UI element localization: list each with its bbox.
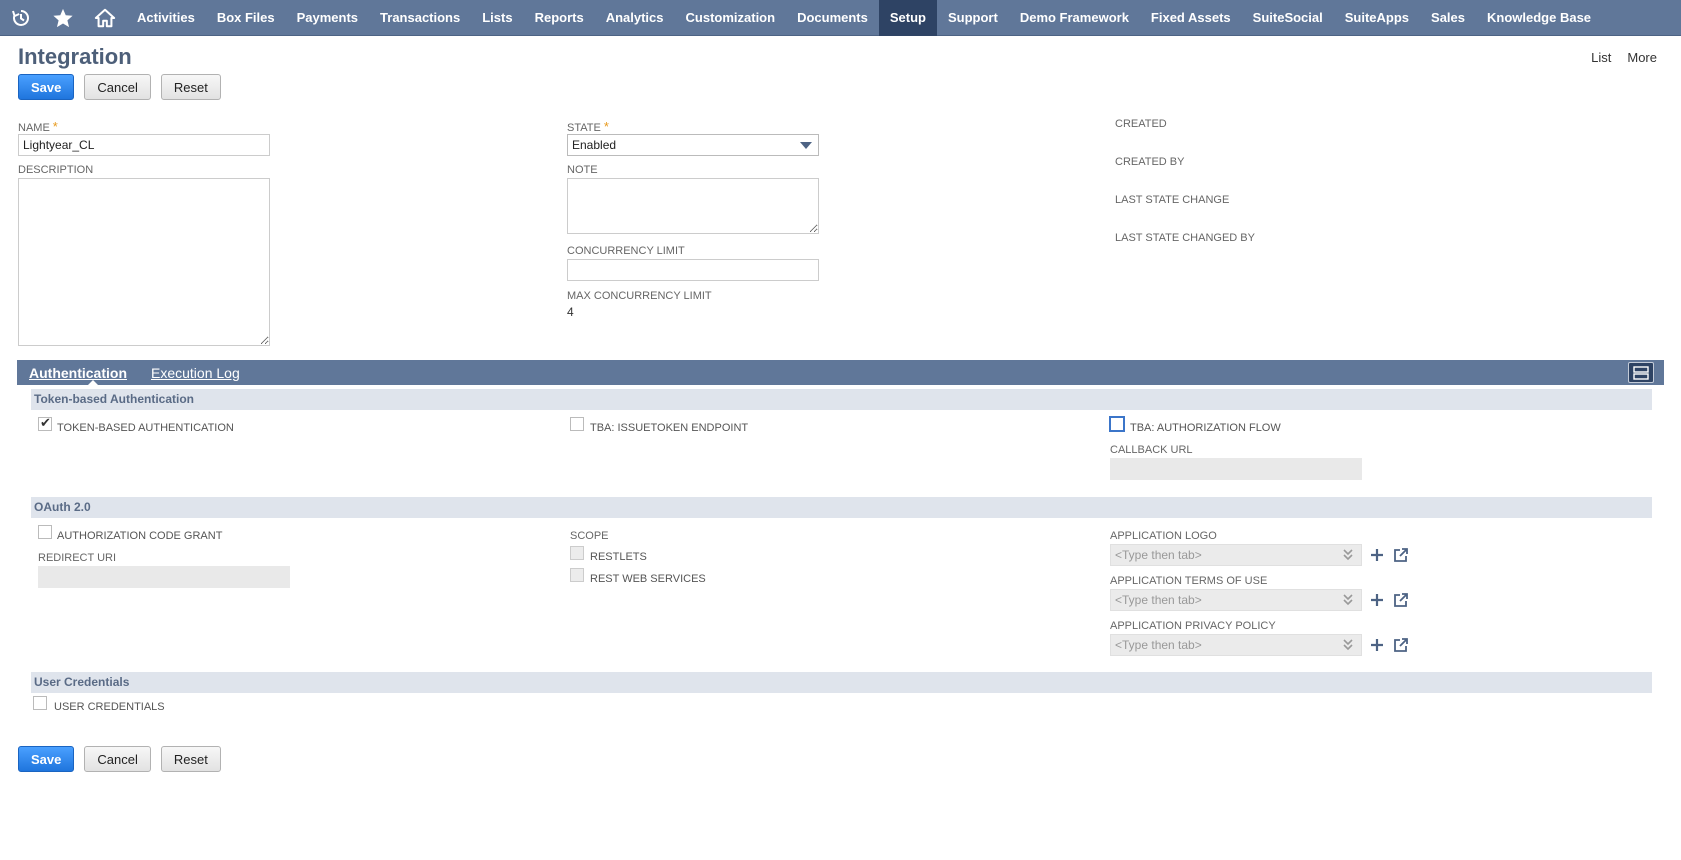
cancel-button[interactable]: Cancel — [84, 74, 151, 100]
concurrency-limit-label: CONCURRENCY LIMIT — [567, 245, 685, 257]
subtab-bar: Authentication Execution Log — [17, 360, 1664, 386]
open-application-logo-external-link-icon[interactable] — [1393, 547, 1409, 563]
token-based-authentication-label: TOKEN-BASED AUTHENTICATION — [57, 422, 234, 434]
cancel-button-bottom[interactable]: Cancel — [84, 746, 151, 772]
nav-setup[interactable]: Setup — [878, 0, 937, 36]
redirect-uri-label: REDIRECT URI — [38, 552, 117, 564]
application-privacy-policy-label: APPLICATION PRIVACY POLICY — [1110, 620, 1276, 632]
page-links: List More — [1591, 50, 1657, 65]
created-label: CREATED — [1115, 118, 1167, 130]
concurrency-limit-input[interactable] — [567, 259, 819, 281]
nav-transactions[interactable]: Transactions — [369, 0, 471, 36]
note-textarea[interactable] — [567, 178, 819, 234]
nav-reports[interactable]: Reports — [524, 0, 595, 36]
application-logo-placeholder: <Type then tab> — [1115, 548, 1202, 562]
add-terms-of-use-plus-icon[interactable] — [1369, 592, 1385, 608]
max-concurrency-limit-value: 4 — [567, 305, 574, 319]
application-terms-of-use-placeholder: <Type then tab> — [1115, 593, 1202, 607]
user-credentials-label: USER CREDENTIALS — [54, 701, 165, 713]
application-terms-of-use-label: APPLICATION TERMS OF USE — [1110, 575, 1268, 587]
chevron-down-icon — [800, 142, 812, 149]
layout-toggle-icon[interactable] — [1628, 362, 1654, 383]
application-privacy-policy-placeholder: <Type then tab> — [1115, 638, 1202, 652]
active-tab-caret — [87, 380, 99, 386]
double-chevron-down-icon — [1343, 637, 1353, 654]
tba-issuetoken-endpoint-label: TBA: ISSUETOKEN ENDPOINT — [590, 422, 749, 434]
token-based-authentication-checkbox[interactable] — [38, 415, 52, 431]
top-button-row: Save Cancel Reset — [18, 74, 221, 100]
top-navigation: Activities Box Files Payments Transactio… — [0, 0, 1681, 36]
tba-authorization-flow-label: TBA: AUTHORIZATION FLOW — [1130, 422, 1281, 434]
nav-customization[interactable]: Customization — [675, 0, 787, 36]
nav-activities[interactable]: Activities — [126, 0, 206, 36]
state-select[interactable]: Enabled — [567, 134, 819, 156]
description-textarea[interactable] — [18, 178, 270, 346]
nav-payments[interactable]: Payments — [286, 0, 369, 36]
nav-knowledge-base[interactable]: Knowledge Base — [1476, 0, 1602, 36]
nav-documents[interactable]: Documents — [786, 0, 879, 36]
note-label: NOTE — [567, 164, 598, 176]
section-oauth-2: OAuth 2.0 — [31, 497, 1652, 518]
rest-web-services-label: REST WEB SERVICES — [590, 573, 706, 585]
redirect-uri-field[interactable] — [38, 566, 290, 588]
section-token-based-authentication: Token-based Authentication — [31, 389, 1652, 410]
more-link[interactable]: More — [1627, 50, 1657, 65]
nav-lists[interactable]: Lists — [471, 0, 523, 36]
add-privacy-policy-plus-icon[interactable] — [1369, 637, 1385, 653]
callback-url-label: CALLBACK URL — [1110, 444, 1193, 456]
open-terms-of-use-external-link-icon[interactable] — [1393, 592, 1409, 608]
double-chevron-down-icon — [1343, 592, 1353, 609]
reset-button-bottom[interactable]: Reset — [160, 746, 221, 772]
tba-issuetoken-endpoint-checkbox[interactable] — [570, 417, 584, 431]
application-terms-of-use-combo[interactable]: <Type then tab> — [1110, 589, 1362, 611]
nav-suiteapps[interactable]: SuiteApps — [1334, 0, 1420, 36]
tba-authorization-flow-checkbox[interactable] — [1109, 416, 1125, 432]
page-title: Integration — [18, 44, 132, 69]
callback-url-field[interactable] — [1110, 458, 1362, 480]
state-value: Enabled — [572, 138, 617, 152]
name-label: NAME * — [18, 119, 58, 134]
home-icon[interactable] — [84, 0, 126, 36]
nav-analytics[interactable]: Analytics — [595, 0, 675, 36]
restlets-checkbox[interactable] — [570, 546, 584, 560]
add-application-logo-plus-icon[interactable] — [1369, 547, 1385, 563]
authorization-code-grant-checkbox[interactable] — [38, 525, 52, 539]
nav-sales[interactable]: Sales — [1420, 0, 1476, 36]
state-label: STATE * — [567, 119, 609, 134]
list-link[interactable]: List — [1591, 50, 1611, 65]
bottom-button-row: Save Cancel Reset — [18, 746, 221, 772]
application-privacy-policy-combo[interactable]: <Type then tab> — [1110, 634, 1362, 656]
reset-button[interactable]: Reset — [160, 74, 221, 100]
nav-suitesocial[interactable]: SuiteSocial — [1242, 0, 1334, 36]
star-icon[interactable] — [42, 0, 84, 36]
created-by-label: CREATED BY — [1115, 156, 1185, 168]
authorization-code-grant-label: AUTHORIZATION CODE GRANT — [57, 530, 223, 542]
name-input[interactable] — [18, 134, 270, 156]
section-user-credentials: User Credentials — [31, 672, 1652, 693]
description-label: DESCRIPTION — [18, 164, 94, 176]
last-state-changed-by-label: LAST STATE CHANGED BY — [1115, 232, 1255, 244]
application-logo-combo[interactable]: <Type then tab> — [1110, 544, 1362, 566]
nav-support[interactable]: Support — [937, 0, 1009, 36]
double-chevron-down-icon — [1343, 547, 1353, 564]
recent-records-icon[interactable] — [0, 0, 42, 36]
open-privacy-policy-external-link-icon[interactable] — [1393, 637, 1409, 653]
scope-label: SCOPE — [570, 530, 609, 542]
application-logo-label: APPLICATION LOGO — [1110, 530, 1217, 542]
save-button[interactable]: Save — [18, 74, 75, 100]
user-credentials-checkbox[interactable] — [33, 696, 47, 710]
save-button-bottom[interactable]: Save — [18, 746, 75, 772]
nav-fixed-assets[interactable]: Fixed Assets — [1140, 0, 1242, 36]
rest-web-services-checkbox[interactable] — [570, 568, 584, 582]
tab-authentication[interactable]: Authentication — [29, 365, 139, 381]
nav-box-files[interactable]: Box Files — [206, 0, 286, 36]
max-concurrency-limit-label: MAX CONCURRENCY LIMIT — [567, 290, 712, 302]
last-state-change-label: LAST STATE CHANGE — [1115, 194, 1230, 206]
nav-demo-framework[interactable]: Demo Framework — [1009, 0, 1140, 36]
tab-execution-log[interactable]: Execution Log — [151, 365, 252, 381]
restlets-label: RESTLETS — [590, 551, 647, 563]
